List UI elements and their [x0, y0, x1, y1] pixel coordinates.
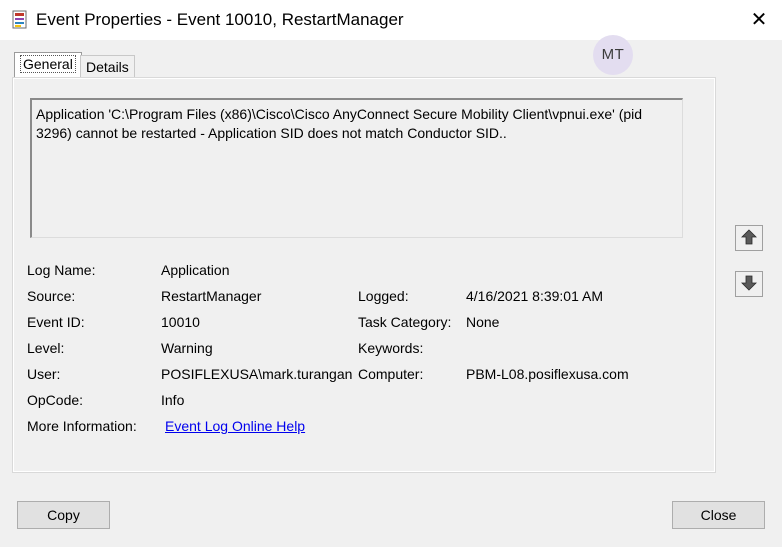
- user-value[interactable]: POSIFLEXUSA\mark.turangan: [161, 366, 352, 382]
- more-information-label: More Information:: [27, 418, 137, 434]
- event-viewer-icon: [12, 10, 28, 30]
- task-category-label: Task Category:: [358, 314, 452, 330]
- tab-general-label: General: [20, 55, 76, 73]
- next-event-button[interactable]: [735, 271, 763, 297]
- event-log-online-help-link[interactable]: Event Log Online Help: [165, 418, 305, 434]
- close-button[interactable]: Close: [672, 501, 765, 529]
- log-name-value[interactable]: Application: [161, 262, 230, 278]
- task-category-value[interactable]: None: [466, 314, 499, 330]
- arrow-down-icon: [741, 275, 757, 294]
- source-value[interactable]: RestartManager: [161, 288, 261, 304]
- event-id-value[interactable]: 10010: [161, 314, 200, 330]
- event-id-label: Event ID:: [27, 314, 85, 330]
- copy-button[interactable]: Copy: [17, 501, 110, 529]
- opcode-value[interactable]: Info: [161, 392, 184, 408]
- source-label: Source:: [27, 288, 76, 304]
- computer-value[interactable]: PBM-L08.posiflexusa.com: [466, 366, 629, 382]
- event-message-text: Application 'C:\Program Files (x86)\Cisc…: [36, 106, 643, 141]
- user-label: User:: [27, 366, 61, 382]
- logged-value[interactable]: 4/16/2021 8:39:01 AM: [466, 288, 603, 304]
- computer-label: Computer:: [358, 366, 424, 382]
- level-value[interactable]: Warning: [161, 340, 213, 356]
- event-message-box[interactable]: Application 'C:\Program Files (x86)\Cisc…: [30, 98, 683, 238]
- logged-label: Logged:: [358, 288, 409, 304]
- level-label: Level:: [27, 340, 65, 356]
- tab-details[interactable]: Details: [80, 55, 135, 77]
- tab-general[interactable]: General: [14, 52, 82, 78]
- arrow-up-icon: [741, 228, 757, 248]
- title-bar: Event Properties - Event 10010, RestartM…: [0, 0, 782, 40]
- keywords-label: Keywords:: [358, 340, 424, 356]
- log-name-label: Log Name:: [27, 262, 96, 278]
- opcode-label: OpCode:: [27, 392, 84, 408]
- window-title: Event Properties - Event 10010, RestartM…: [36, 10, 404, 29]
- tab-details-label: Details: [86, 59, 129, 75]
- close-window-button[interactable]: ✕: [744, 5, 774, 35]
- previous-event-button[interactable]: [735, 225, 763, 251]
- avatar[interactable]: MT: [593, 35, 633, 75]
